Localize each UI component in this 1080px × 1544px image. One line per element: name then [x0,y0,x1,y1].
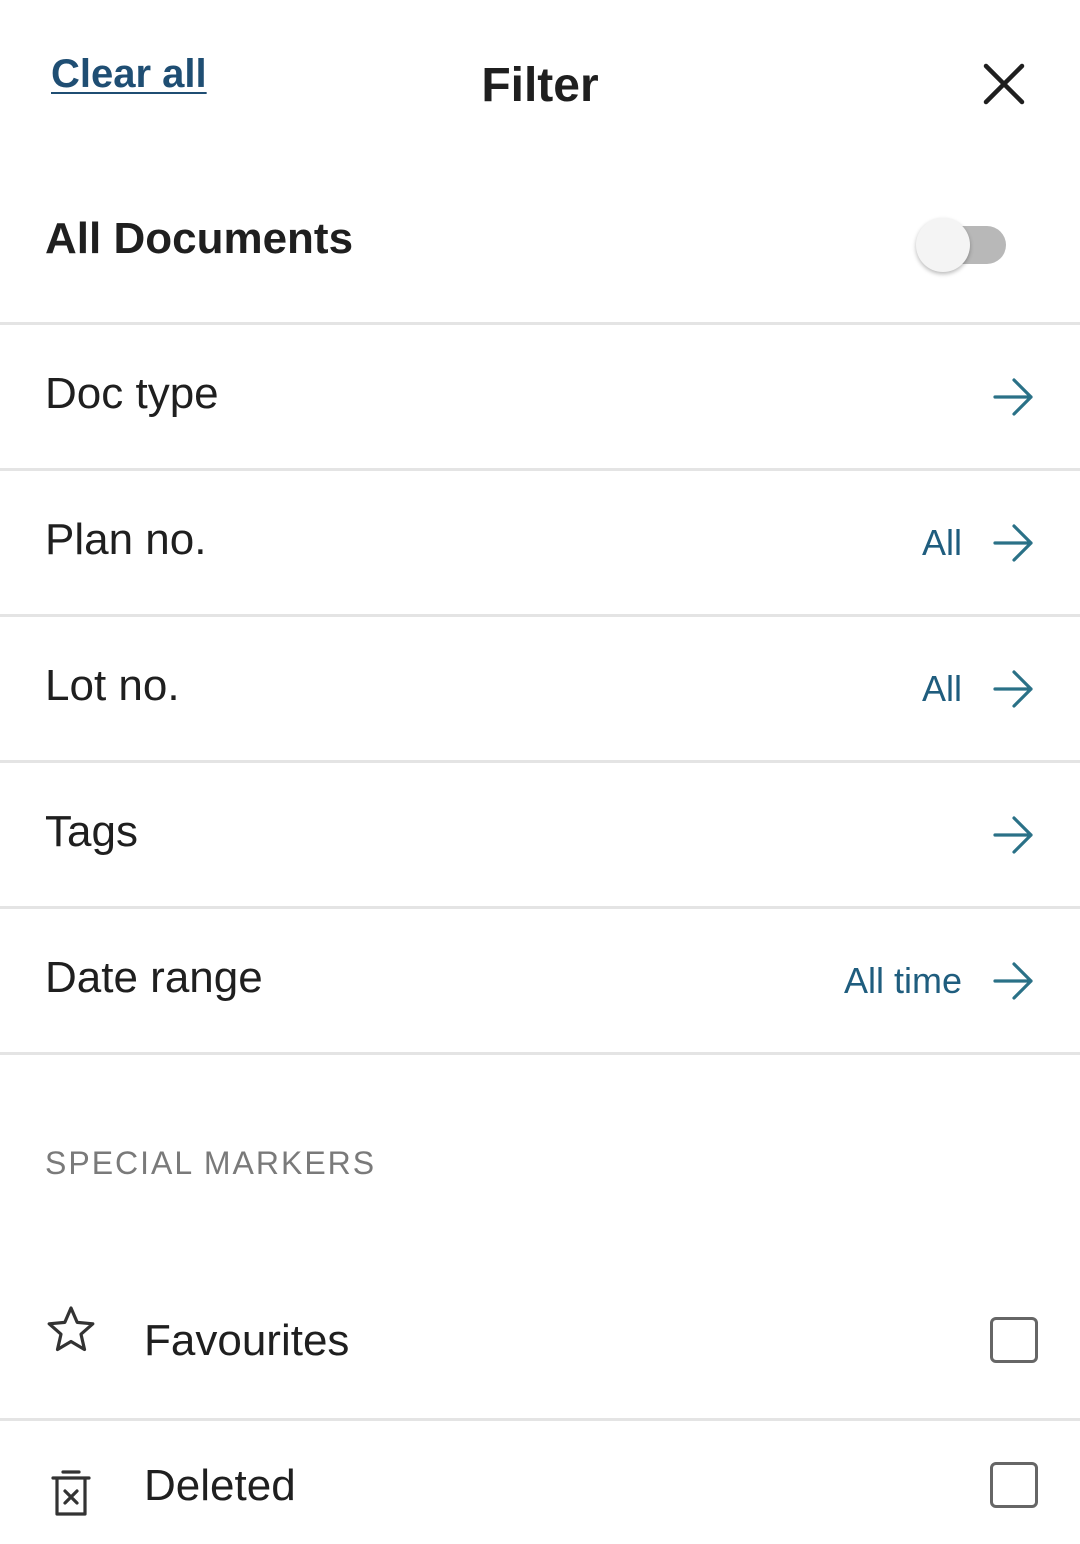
filter-label: Doc type [45,369,219,418]
arrow-right-icon [993,962,1033,1000]
star-icon [47,1306,95,1352]
filter-value: All time [843,960,962,1001]
filter-value: All [921,522,962,563]
all-documents-toggle[interactable] [916,218,1008,272]
filter-label: Tags [45,807,138,856]
filter-label: Date range [45,953,263,1002]
page-title: Filter [481,59,599,112]
trash-icon [51,1470,91,1516]
arrow-right-icon [993,378,1033,416]
arrow-right-icon [993,816,1033,854]
deleted-checkbox[interactable] [990,1462,1038,1508]
filter-header: Clear all Filter [0,0,1080,170]
marker-row-favourites[interactable]: Favourites [0,1204,1080,1421]
filter-row-plan-no[interactable]: Plan no. All [0,471,1080,617]
marker-label: Favourites [144,1316,350,1365]
filter-label: Lot no. [45,661,180,710]
arrow-right-icon [993,524,1033,562]
filter-row-doc-type[interactable]: Doc type [0,325,1080,471]
arrow-right-icon [993,670,1033,708]
filter-row-tags[interactable]: Tags [0,763,1080,909]
all-documents-label: All Documents [45,214,354,263]
filter-row-lot-no[interactable]: Lot no. All [0,617,1080,763]
marker-row-deleted[interactable]: Deleted [0,1421,1080,1544]
filter-label: Plan no. [45,515,207,564]
toggle-thumb [916,218,970,272]
close-icon[interactable] [980,60,1028,108]
filter-value: All [921,668,962,709]
filter-row-date-range[interactable]: Date range All time [0,909,1080,1055]
all-documents-row: All Documents [0,170,1080,325]
marker-label: Deleted [144,1461,296,1510]
favourites-checkbox[interactable] [990,1317,1038,1363]
